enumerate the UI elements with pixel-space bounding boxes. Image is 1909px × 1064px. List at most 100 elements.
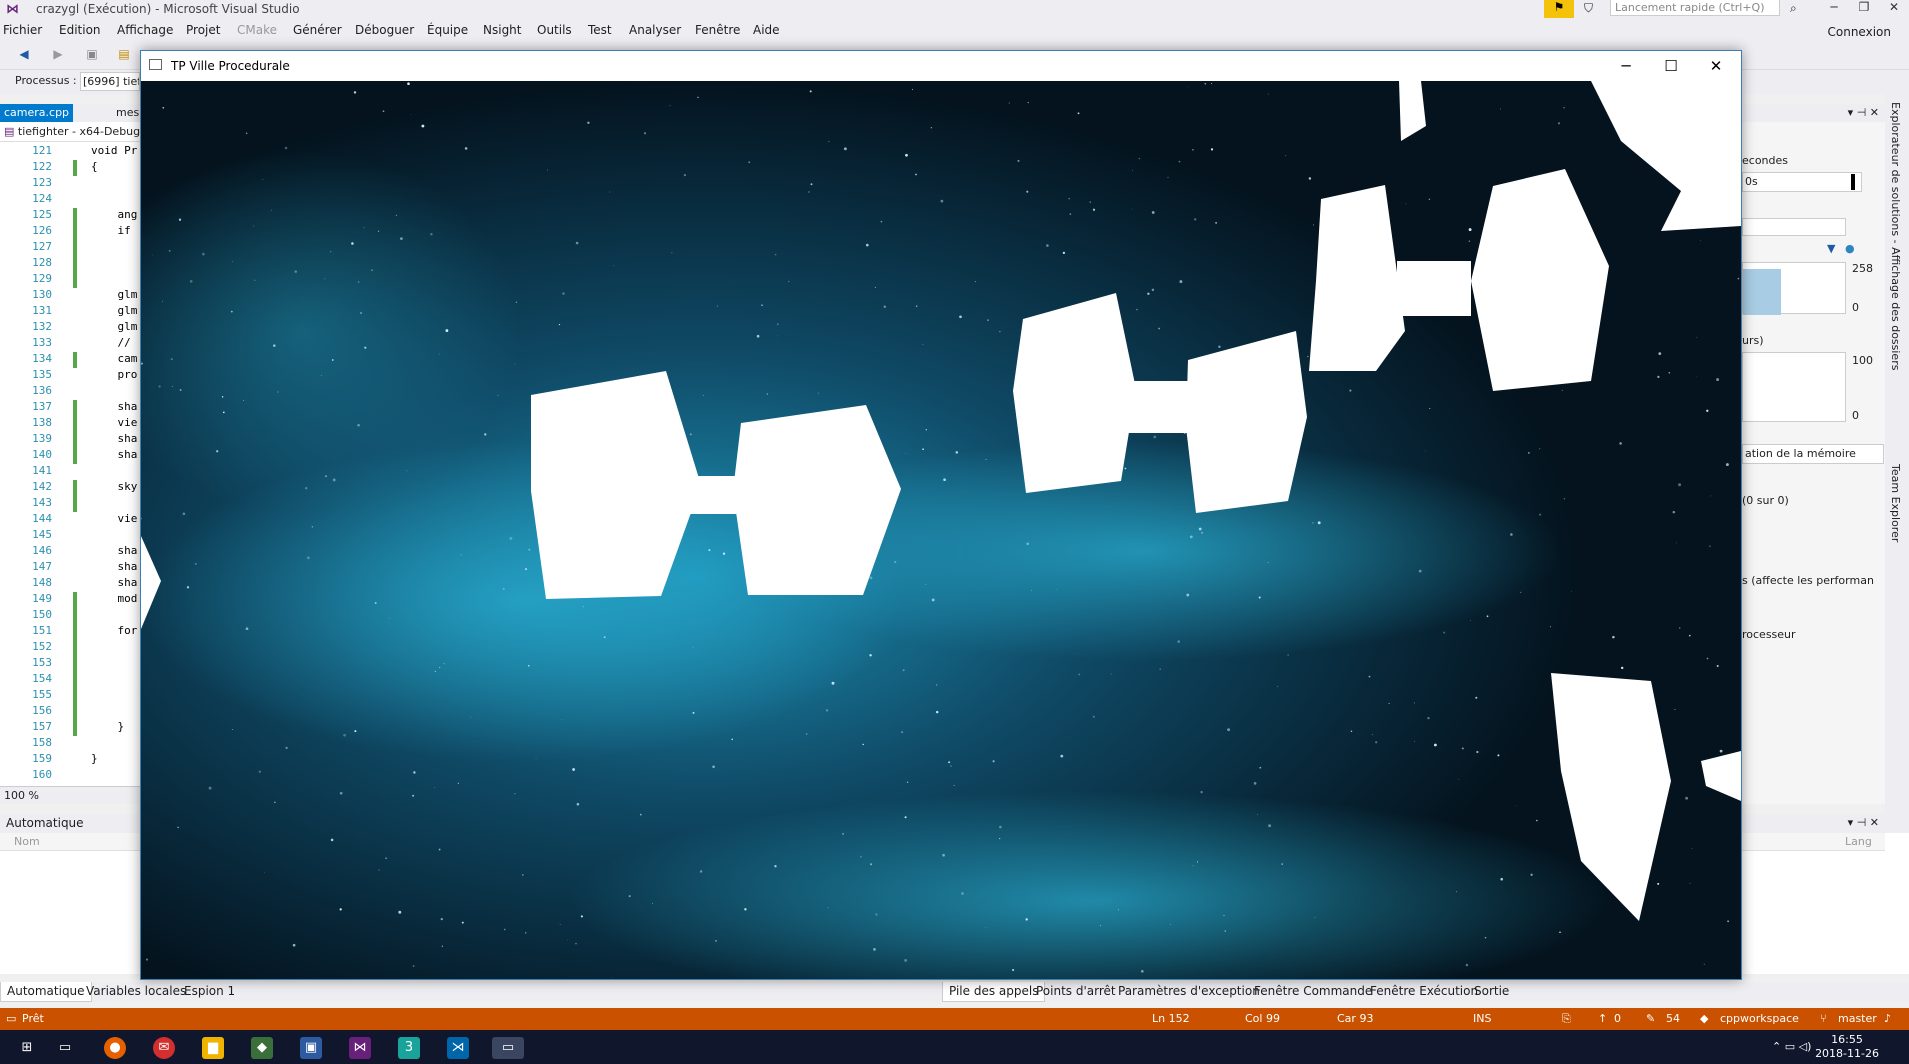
new-item-icon[interactable]: ▣: [84, 47, 100, 63]
close-panel-icon[interactable]: ✕: [1870, 106, 1879, 119]
menu-affichage[interactable]: Affichage: [114, 20, 180, 42]
code-line[interactable]: 138 vie: [0, 416, 142, 432]
project-scope-dropdown[interactable]: ▤ tiefighter - x64-Debug: [0, 122, 142, 142]
code-line[interactable]: 134 cam: [0, 352, 142, 368]
firefox-icon[interactable]: ●: [104, 1037, 126, 1059]
pencil-icon[interactable]: ✎: [1646, 1012, 1655, 1025]
code-line[interactable]: 126 if: [0, 224, 142, 240]
zoom-level[interactable]: 100 %: [4, 789, 39, 802]
quick-launch-input[interactable]: Lancement rapide (Ctrl+Q): [1610, 0, 1780, 16]
vscode-icon[interactable]: ⋊: [447, 1037, 469, 1059]
code-line[interactable]: 132 glm: [0, 320, 142, 336]
code-line[interactable]: 145: [0, 528, 142, 544]
tab-fenetre-execution[interactable]: Fenêtre Exécution: [1364, 982, 1484, 1002]
filter-icon[interactable]: ⛉: [1584, 1, 1600, 17]
branch-name[interactable]: master: [1838, 1012, 1877, 1025]
pending-changes-count[interactable]: 54: [1666, 1012, 1680, 1025]
code-line[interactable]: 139 sha: [0, 432, 142, 448]
back-icon[interactable]: ◀: [16, 47, 32, 63]
repo-name[interactable]: cppworkspace: [1720, 1012, 1799, 1025]
code-line[interactable]: 125 ang: [0, 208, 142, 224]
minimize-icon[interactable]: ─: [1820, 0, 1848, 18]
code-line[interactable]: 142 sky: [0, 480, 142, 496]
restore-icon[interactable]: ❐: [1850, 0, 1878, 18]
menu-equipe[interactable]: Équipe: [424, 20, 475, 42]
active-window-icon[interactable]: ▭: [492, 1037, 524, 1059]
funnel-icon[interactable]: ▼: [1827, 242, 1835, 255]
tab-fenetre-commande[interactable]: Fenêtre Commande: [1248, 982, 1378, 1002]
code-line[interactable]: 121 void Pr: [0, 144, 142, 160]
tray-icons[interactable]: ⌃ ▭ ◁): [1772, 1040, 1811, 1053]
menu-projet[interactable]: Projet: [183, 20, 227, 42]
team-explorer-tab[interactable]: Team Explorer: [1889, 464, 1902, 542]
publish-icon[interactable]: ⎘: [1562, 1012, 1571, 1026]
name-column-header[interactable]: Nom: [14, 835, 40, 848]
code-line[interactable]: 129: [0, 272, 142, 288]
code-line[interactable]: 152: [0, 640, 142, 656]
code-line[interactable]: 148 sha: [0, 576, 142, 592]
code-line[interactable]: 160: [0, 768, 142, 784]
feedback-flag-icon[interactable]: ⚑: [1544, 0, 1574, 18]
tab-camera-cpp[interactable]: camera.cpp: [0, 104, 74, 122]
code-line[interactable]: 137 sha: [0, 400, 142, 416]
menu-analyser[interactable]: Analyser: [626, 20, 688, 42]
filter-input[interactable]: [1742, 218, 1846, 236]
code-line[interactable]: 154: [0, 672, 142, 688]
notification-bell-icon[interactable]: ♪: [1884, 1012, 1891, 1025]
menu-outils[interactable]: Outils: [534, 20, 579, 42]
timeline-cursor[interactable]: [1851, 174, 1855, 190]
game-minimize-icon[interactable]: ─: [1604, 54, 1648, 78]
code-line[interactable]: 155: [0, 688, 142, 704]
code-line[interactable]: 131 glm: [0, 304, 142, 320]
code-line[interactable]: 147 sha: [0, 560, 142, 576]
menu-edition[interactable]: Edition: [56, 20, 108, 42]
game-maximize-icon[interactable]: ☐: [1649, 54, 1693, 78]
game-viewport[interactable]: [141, 81, 1741, 979]
cpu-profiling-option[interactable]: rocesseur: [1742, 628, 1796, 641]
tab-parametres-exception[interactable]: Paramètres d'exception: [1112, 982, 1266, 1002]
game-window[interactable]: TP Ville Procedurale ─ ☐ ✕: [140, 50, 1742, 980]
code-line[interactable]: 150: [0, 608, 142, 624]
forward-icon[interactable]: ▶: [50, 47, 66, 63]
code-line[interactable]: 157 }: [0, 720, 142, 736]
code-editor[interactable]: 121 void Pr 122{123 124 125 ang 126 if 127 128…: [0, 144, 142, 786]
code-line[interactable]: 153: [0, 656, 142, 672]
code-line[interactable]: 141: [0, 464, 142, 480]
menu-aide[interactable]: Aide: [750, 20, 787, 42]
code-line[interactable]: 127: [0, 240, 142, 256]
code-line[interactable]: 124: [0, 192, 142, 208]
clock[interactable]: 16:55 2018-11-26: [1815, 1033, 1879, 1061]
pin-icon[interactable]: ⊣: [1857, 106, 1867, 119]
code-line[interactable]: 146 sha: [0, 544, 142, 560]
tab-sortie[interactable]: Sortie: [1468, 982, 1515, 1002]
git-icon[interactable]: ◆: [251, 1037, 273, 1059]
app-3-icon[interactable]: 3: [398, 1037, 420, 1059]
mail-icon[interactable]: ✉: [153, 1037, 175, 1059]
visual-studio-icon[interactable]: ⋈: [349, 1037, 371, 1059]
menu-cmake[interactable]: CMake: [234, 20, 284, 42]
menu-deboguer[interactable]: Déboguer: [352, 20, 421, 42]
memory-usage-tab[interactable]: ation de la mémoire: [1742, 444, 1884, 464]
open-folder-icon[interactable]: ▤: [116, 47, 132, 63]
tab-variables-locales[interactable]: Variables locales: [80, 982, 192, 1002]
code-line[interactable]: 140 sha: [0, 448, 142, 464]
tab-automatique[interactable]: Automatique: [0, 982, 92, 1002]
code-line[interactable]: 143: [0, 496, 142, 512]
language-column-header[interactable]: Lang: [1845, 835, 1872, 848]
windows-start-icon[interactable]: ⊞: [16, 1037, 38, 1059]
heap-profiling-option[interactable]: s (affecte les performan: [1742, 574, 1874, 587]
menu-generer[interactable]: Générer: [290, 20, 349, 42]
chevron-down-icon[interactable]: ▾: [1848, 106, 1854, 119]
branch-icon[interactable]: ⑂: [1820, 1012, 1827, 1025]
tab-espion-1[interactable]: Espion 1: [178, 982, 241, 1002]
code-line[interactable]: 135 pro: [0, 368, 142, 384]
code-line[interactable]: 130 glm: [0, 288, 142, 304]
code-line[interactable]: 149 mod: [0, 592, 142, 608]
menu-fichier[interactable]: Fichier: [0, 20, 49, 42]
code-line[interactable]: 136: [0, 384, 142, 400]
game-close-icon[interactable]: ✕: [1694, 54, 1738, 78]
code-line[interactable]: 156: [0, 704, 142, 720]
repo-icon[interactable]: ◆: [1700, 1012, 1708, 1025]
code-line[interactable]: 159}: [0, 752, 142, 768]
code-line[interactable]: 123: [0, 176, 142, 192]
